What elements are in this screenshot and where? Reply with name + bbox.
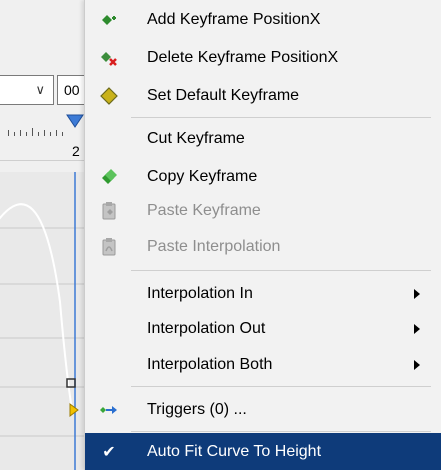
menu-item-triggers[interactable]: Triggers (0) ...: [85, 391, 441, 429]
menu-item-label: Set Default Keyframe: [147, 87, 300, 104]
curve-graph[interactable]: [0, 172, 90, 470]
menu-item-label: Paste Keyframe: [147, 202, 261, 219]
menu-item-label: Interpolation Out: [147, 320, 266, 337]
add-keyframe-icon: [99, 10, 119, 30]
menu-item-add-keyframe[interactable]: Add Keyframe PositionX: [85, 1, 441, 39]
timeline-editor-background: ∨ 00 2: [0, 0, 97, 470]
menu-item-interpolation-both[interactable]: Interpolation Both: [85, 346, 441, 384]
menu-item-cut-keyframe[interactable]: Cut Keyframe: [85, 120, 441, 158]
menu-separator: [131, 270, 431, 271]
menu-item-label: Paste Interpolation: [147, 238, 281, 255]
menu-item-label: Add Keyframe PositionX: [147, 11, 321, 28]
delete-keyframe-icon: [99, 48, 119, 68]
menu-item-label: Interpolation In: [147, 285, 253, 302]
menu-item-label: Delete Keyframe PositionX: [147, 49, 339, 66]
menu-item-set-default-keyframe[interactable]: Set Default Keyframe: [85, 77, 441, 115]
combo-b-value: 00: [64, 82, 80, 98]
menu-item-label: Copy Keyframe: [147, 168, 258, 185]
copy-keyframe-icon: [99, 167, 119, 187]
menu-item-copy-keyframe[interactable]: Copy Keyframe: [85, 158, 441, 196]
context-menu: Add Keyframe PositionX Delete Keyframe P…: [84, 0, 441, 470]
checkmark-icon: ✔: [102, 444, 116, 461]
menu-separator: [131, 386, 431, 387]
top-toolbar: [0, 0, 90, 63]
menu-item-label: Triggers (0) ...: [147, 401, 247, 418]
menu-separator: [131, 431, 431, 432]
menu-item-paste-interpolation[interactable]: Paste Interpolation: [85, 228, 441, 266]
default-keyframe-icon: [99, 86, 119, 106]
submenu-arrow-icon: [414, 289, 420, 299]
menu-item-interpolation-out[interactable]: Interpolation Out: [85, 310, 441, 348]
menu-item-label: Auto Fit Curve To Height: [147, 443, 322, 460]
menu-item-paste-keyframe[interactable]: Paste Keyframe: [85, 192, 441, 230]
menu-item-delete-keyframe[interactable]: Delete Keyframe PositionX: [85, 39, 441, 77]
menu-item-label: Interpolation Both: [147, 356, 273, 373]
submenu-arrow-icon: [414, 324, 420, 334]
paste-interpolation-icon: [99, 237, 119, 257]
menu-item-auto-fit-curve[interactable]: ✔ Auto Fit Curve To Height: [85, 433, 441, 470]
menu-separator: [131, 117, 431, 118]
submenu-arrow-icon: [414, 360, 420, 370]
ruler-label: 2: [72, 143, 80, 159]
timeline-combo-a[interactable]: ∨: [0, 75, 54, 105]
menu-item-label: Cut Keyframe: [147, 130, 245, 147]
playhead-marker[interactable]: [66, 114, 84, 128]
chevron-down-icon: ∨: [35, 82, 45, 97]
paste-keyframe-icon: [99, 201, 119, 221]
triggers-icon: [99, 400, 119, 420]
menu-item-interpolation-in[interactable]: Interpolation In: [85, 275, 441, 313]
